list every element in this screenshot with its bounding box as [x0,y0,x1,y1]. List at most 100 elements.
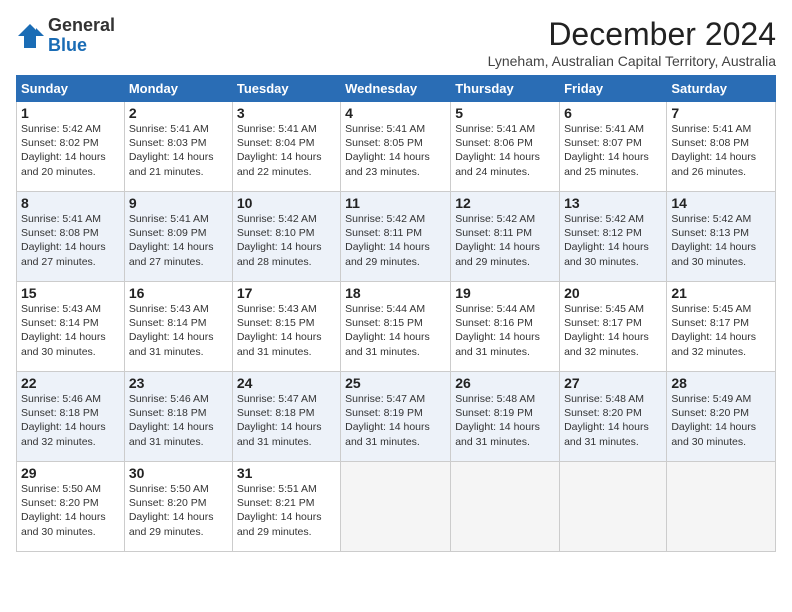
day-number: 7 [671,105,771,121]
calendar-cell: 2 Sunrise: 5:41 AMSunset: 8:03 PMDayligh… [124,102,232,192]
page-header: General Blue December 2024 Lyneham, Aust… [16,16,776,69]
day-number: 20 [564,285,662,301]
day-number: 22 [21,375,120,391]
day-number: 31 [237,465,336,481]
calendar-cell: 30 Sunrise: 5:50 AMSunset: 8:20 PMDaylig… [124,462,232,552]
calendar-cell: 9 Sunrise: 5:41 AMSunset: 8:09 PMDayligh… [124,192,232,282]
calendar-cell: 22 Sunrise: 5:46 AMSunset: 8:18 PMDaylig… [17,372,125,462]
day-info: Sunrise: 5:50 AMSunset: 8:20 PMDaylight:… [129,482,228,539]
day-info: Sunrise: 5:48 AMSunset: 8:20 PMDaylight:… [564,392,662,449]
calendar-cell: 20 Sunrise: 5:45 AMSunset: 8:17 PMDaylig… [560,282,667,372]
day-number: 2 [129,105,228,121]
logo: General Blue [16,16,115,56]
day-number: 23 [129,375,228,391]
day-info: Sunrise: 5:48 AMSunset: 8:19 PMDaylight:… [455,392,555,449]
day-info: Sunrise: 5:45 AMSunset: 8:17 PMDaylight:… [564,302,662,359]
day-number: 11 [345,195,446,211]
day-info: Sunrise: 5:41 AMSunset: 8:05 PMDaylight:… [345,122,446,179]
month-title: December 2024 [488,16,776,53]
header-tuesday: Tuesday [232,76,340,102]
calendar-cell: 16 Sunrise: 5:43 AMSunset: 8:14 PMDaylig… [124,282,232,372]
calendar-cell: 23 Sunrise: 5:46 AMSunset: 8:18 PMDaylig… [124,372,232,462]
header-wednesday: Wednesday [341,76,451,102]
calendar-cell [560,462,667,552]
calendar-cell: 3 Sunrise: 5:41 AMSunset: 8:04 PMDayligh… [232,102,340,192]
day-number: 12 [455,195,555,211]
calendar-cell [667,462,776,552]
calendar-cell: 25 Sunrise: 5:47 AMSunset: 8:19 PMDaylig… [341,372,451,462]
week-row: 15 Sunrise: 5:43 AMSunset: 8:14 PMDaylig… [17,282,776,372]
calendar-cell [451,462,560,552]
day-info: Sunrise: 5:42 AMSunset: 8:11 PMDaylight:… [345,212,446,269]
calendar-cell: 12 Sunrise: 5:42 AMSunset: 8:11 PMDaylig… [451,192,560,282]
day-info: Sunrise: 5:42 AMSunset: 8:12 PMDaylight:… [564,212,662,269]
week-row: 22 Sunrise: 5:46 AMSunset: 8:18 PMDaylig… [17,372,776,462]
day-info: Sunrise: 5:43 AMSunset: 8:15 PMDaylight:… [237,302,336,359]
day-info: Sunrise: 5:44 AMSunset: 8:15 PMDaylight:… [345,302,446,359]
week-row: 29 Sunrise: 5:50 AMSunset: 8:20 PMDaylig… [17,462,776,552]
day-number: 5 [455,105,555,121]
calendar-cell: 28 Sunrise: 5:49 AMSunset: 8:20 PMDaylig… [667,372,776,462]
day-info: Sunrise: 5:47 AMSunset: 8:19 PMDaylight:… [345,392,446,449]
day-number: 29 [21,465,120,481]
day-number: 15 [21,285,120,301]
calendar-cell: 4 Sunrise: 5:41 AMSunset: 8:05 PMDayligh… [341,102,451,192]
calendar-cell: 10 Sunrise: 5:42 AMSunset: 8:10 PMDaylig… [232,192,340,282]
day-number: 26 [455,375,555,391]
day-number: 24 [237,375,336,391]
days-header-row: Sunday Monday Tuesday Wednesday Thursday… [17,76,776,102]
day-number: 30 [129,465,228,481]
calendar-cell: 7 Sunrise: 5:41 AMSunset: 8:08 PMDayligh… [667,102,776,192]
calendar-cell: 29 Sunrise: 5:50 AMSunset: 8:20 PMDaylig… [17,462,125,552]
day-number: 13 [564,195,662,211]
week-row: 1 Sunrise: 5:42 AMSunset: 8:02 PMDayligh… [17,102,776,192]
calendar-cell: 15 Sunrise: 5:43 AMSunset: 8:14 PMDaylig… [17,282,125,372]
title-block: December 2024 Lyneham, Australian Capita… [488,16,776,69]
day-number: 8 [21,195,120,211]
logo-icon [16,22,44,50]
day-number: 3 [237,105,336,121]
logo-blue-text: Blue [48,36,115,56]
day-info: Sunrise: 5:47 AMSunset: 8:18 PMDaylight:… [237,392,336,449]
calendar-cell: 31 Sunrise: 5:51 AMSunset: 8:21 PMDaylig… [232,462,340,552]
location-subtitle: Lyneham, Australian Capital Territory, A… [488,53,776,69]
day-info: Sunrise: 5:45 AMSunset: 8:17 PMDaylight:… [671,302,771,359]
header-thursday: Thursday [451,76,560,102]
day-info: Sunrise: 5:41 AMSunset: 8:08 PMDaylight:… [671,122,771,179]
header-saturday: Saturday [667,76,776,102]
day-info: Sunrise: 5:41 AMSunset: 8:04 PMDaylight:… [237,122,336,179]
day-number: 28 [671,375,771,391]
calendar-cell: 8 Sunrise: 5:41 AMSunset: 8:08 PMDayligh… [17,192,125,282]
calendar-cell: 11 Sunrise: 5:42 AMSunset: 8:11 PMDaylig… [341,192,451,282]
day-info: Sunrise: 5:46 AMSunset: 8:18 PMDaylight:… [21,392,120,449]
day-number: 9 [129,195,228,211]
day-info: Sunrise: 5:42 AMSunset: 8:02 PMDaylight:… [21,122,120,179]
header-friday: Friday [560,76,667,102]
calendar-cell: 17 Sunrise: 5:43 AMSunset: 8:15 PMDaylig… [232,282,340,372]
calendar-cell: 13 Sunrise: 5:42 AMSunset: 8:12 PMDaylig… [560,192,667,282]
day-number: 1 [21,105,120,121]
day-info: Sunrise: 5:43 AMSunset: 8:14 PMDaylight:… [21,302,120,359]
day-number: 14 [671,195,771,211]
calendar-cell: 27 Sunrise: 5:48 AMSunset: 8:20 PMDaylig… [560,372,667,462]
calendar-cell: 5 Sunrise: 5:41 AMSunset: 8:06 PMDayligh… [451,102,560,192]
calendar-cell: 6 Sunrise: 5:41 AMSunset: 8:07 PMDayligh… [560,102,667,192]
header-sunday: Sunday [17,76,125,102]
day-info: Sunrise: 5:41 AMSunset: 8:06 PMDaylight:… [455,122,555,179]
day-info: Sunrise: 5:41 AMSunset: 8:08 PMDaylight:… [21,212,120,269]
day-info: Sunrise: 5:41 AMSunset: 8:09 PMDaylight:… [129,212,228,269]
calendar-cell: 21 Sunrise: 5:45 AMSunset: 8:17 PMDaylig… [667,282,776,372]
day-info: Sunrise: 5:42 AMSunset: 8:13 PMDaylight:… [671,212,771,269]
calendar-cell [341,462,451,552]
day-number: 18 [345,285,446,301]
calendar-cell: 1 Sunrise: 5:42 AMSunset: 8:02 PMDayligh… [17,102,125,192]
calendar-table: Sunday Monday Tuesday Wednesday Thursday… [16,75,776,552]
day-number: 19 [455,285,555,301]
day-info: Sunrise: 5:41 AMSunset: 8:03 PMDaylight:… [129,122,228,179]
day-info: Sunrise: 5:51 AMSunset: 8:21 PMDaylight:… [237,482,336,539]
day-number: 4 [345,105,446,121]
day-info: Sunrise: 5:46 AMSunset: 8:18 PMDaylight:… [129,392,228,449]
calendar-cell: 18 Sunrise: 5:44 AMSunset: 8:15 PMDaylig… [341,282,451,372]
day-number: 10 [237,195,336,211]
day-number: 17 [237,285,336,301]
